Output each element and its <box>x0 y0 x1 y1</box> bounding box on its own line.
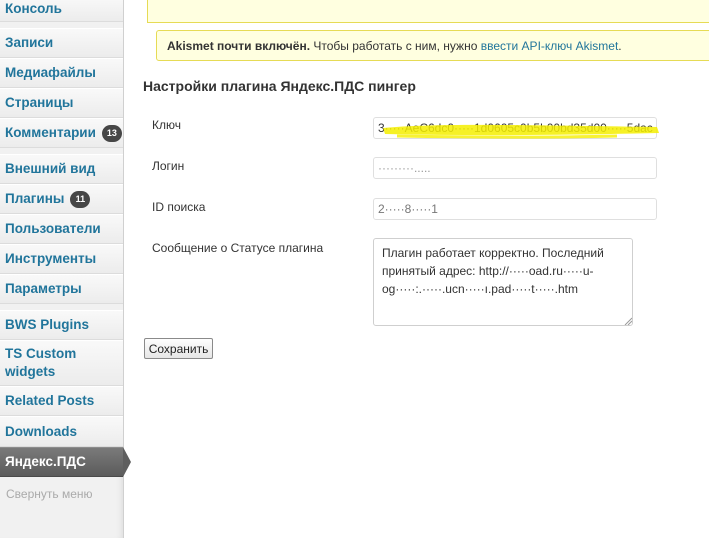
akismet-notice: Akismet почти включён. Чтобы работать с … <box>156 30 709 61</box>
login-input-value: ·········..... <box>378 161 431 175</box>
sidebar-item-yandex-pds[interactable]: Яндекс.ПДС <box>0 447 123 477</box>
active-menu-arrow <box>123 447 131 477</box>
plugins-count-badge: 11 <box>70 190 91 208</box>
admin-sidebar: Консоль Записи Медиафайлы Страницы Комме… <box>0 0 131 538</box>
comments-count-badge: 13 <box>101 124 122 142</box>
sidebar-item-label: Пользователи <box>5 221 101 236</box>
search-id-input-value: 2·····8·····1 <box>378 202 438 216</box>
sidebar-item-appearance[interactable]: Внешний вид <box>0 154 123 184</box>
sidebar-item-settings[interactable]: Параметры <box>0 274 123 304</box>
sidebar-item-label: Downloads <box>5 423 78 439</box>
sidebar-item-plugins[interactable]: Плагины 11 <box>0 184 123 214</box>
akismet-api-key-link[interactable]: ввести API-ключ Akismet <box>481 39 619 53</box>
login-label: Логин <box>152 159 185 173</box>
sidebar-item-label: Записи <box>5 35 54 50</box>
sidebar-item-pages[interactable]: Страницы <box>0 88 123 118</box>
sidebar-item-tools[interactable]: Инструменты <box>0 244 123 274</box>
page-title: Настройки плагина Яндекс.ПДС пингер <box>143 78 416 94</box>
top-notice <box>147 0 709 23</box>
sidebar-item-posts[interactable]: Записи <box>0 28 123 58</box>
sidebar-item-label: Внешний вид <box>5 161 96 176</box>
sidebar-item-label: Консоль <box>5 1 62 16</box>
collapse-menu-link[interactable]: Свернуть меню <box>6 487 93 501</box>
sidebar-item-label: Комментарии <box>5 125 96 140</box>
akismet-notice-end: . <box>618 38 622 53</box>
sidebar-item-downloads[interactable]: Downloads <box>0 416 123 447</box>
sidebar-item-label: Страницы <box>5 95 74 110</box>
status-message-textarea[interactable]: Плагин работает корректно. Последний при… <box>373 238 633 326</box>
sidebar-item-label: Инструменты <box>5 251 97 266</box>
sidebar-item-users[interactable]: Пользователи <box>0 214 123 244</box>
sidebar-item-label: Параметры <box>5 281 82 296</box>
sidebar-item-related-posts[interactable]: Related Posts <box>0 386 123 416</box>
status-message-label: Сообщение о Статусе плагина <box>152 241 324 255</box>
sidebar-item-label: Related Posts <box>5 393 95 408</box>
key-input-value: 3·····AeC6dc0·····1d0605c0b5b00bd35d00··… <box>378 121 653 135</box>
login-input[interactable]: ·········..... <box>373 157 657 179</box>
status-message-value: Плагин работает корректно. Последний при… <box>382 246 604 296</box>
search-id-input[interactable]: 2·····8·····1 <box>373 198 657 220</box>
akismet-notice-bold: Akismet почти включён. <box>167 38 311 53</box>
key-input[interactable]: 3·····AeC6dc0·····1d0605c0b5b00bd35d00··… <box>373 117 657 139</box>
resize-grip-icon[interactable] <box>624 317 632 325</box>
sidebar-item-label: BWS Plugins <box>5 317 89 332</box>
key-label: Ключ <box>152 118 181 132</box>
search-id-label: ID поиска <box>152 200 206 214</box>
sidebar-item-bws-plugins[interactable]: BWS Plugins <box>0 310 123 340</box>
sidebar-item-label: Медиафайлы <box>5 65 96 80</box>
sidebar-item-comments[interactable]: Комментарии 13 <box>0 118 123 148</box>
sidebar-item-ts-custom-widgets[interactable]: TS Custom widgets <box>0 340 123 386</box>
sidebar-item-label: Плагины <box>5 191 65 206</box>
sidebar-item-media[interactable]: Медиафайлы <box>0 58 123 88</box>
sidebar-item-console[interactable]: Консоль <box>0 0 123 22</box>
akismet-notice-text: Чтобы работать с ним, нужно <box>310 38 481 53</box>
sidebar-item-label: Яндекс.ПДС <box>5 454 86 469</box>
save-button[interactable]: Сохранить <box>144 338 213 359</box>
sidebar-item-label: TS Custom widgets <box>5 346 77 379</box>
